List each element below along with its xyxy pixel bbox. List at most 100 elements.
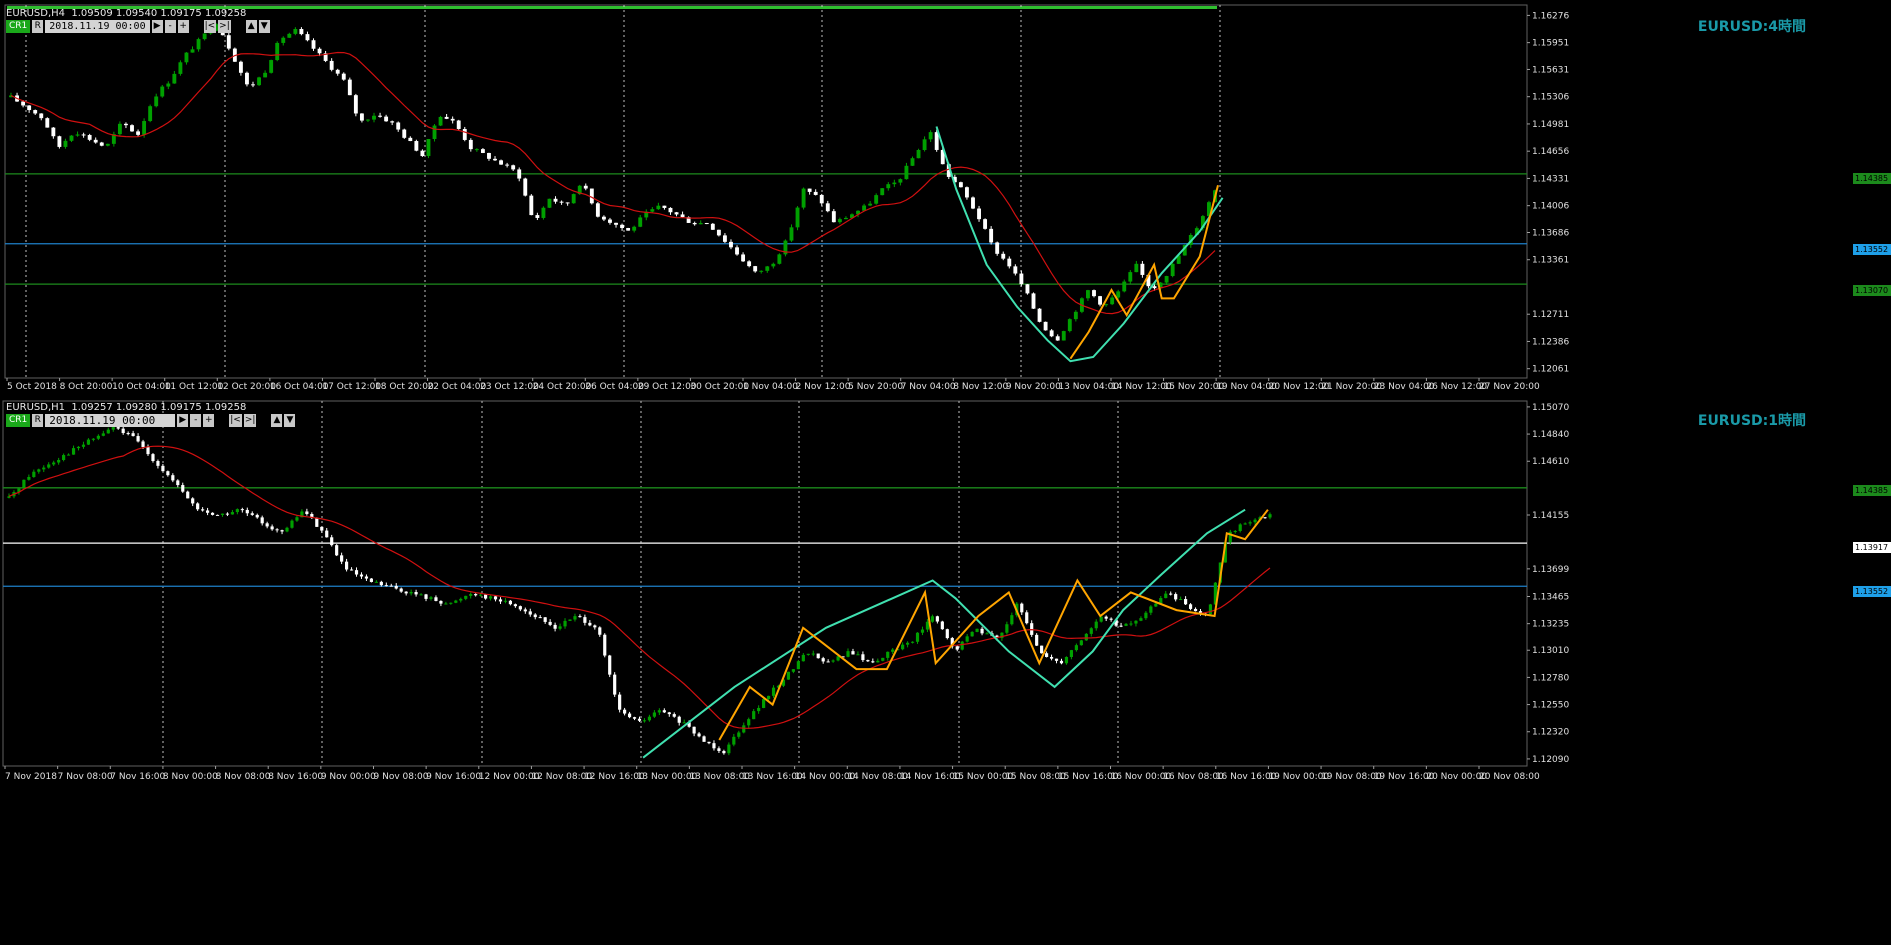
candle-body	[210, 512, 215, 515]
candle-body	[965, 187, 969, 198]
candle-body	[618, 694, 622, 710]
zoom-out-button[interactable]: -	[164, 19, 176, 33]
candle-body	[205, 510, 210, 513]
candle-body	[1019, 273, 1024, 285]
candle-body	[702, 736, 706, 742]
candle-body	[1104, 616, 1108, 619]
candle-body	[672, 714, 676, 717]
candle-body	[568, 619, 572, 621]
candle-body	[384, 116, 389, 122]
candle-body	[1074, 645, 1078, 651]
price-tag-green-low: 1.13070	[1853, 285, 1891, 296]
h4-chart-canvas[interactable]: 1.16276 1.15951 1.15631 1.15306 1.14981 1.146…	[0, 0, 1891, 396]
h1-chart-pane[interactable]: 1.15070 1.14840 1.14610 1.14155 1.13699 1.134…	[0, 396, 1891, 945]
candle-body	[638, 217, 643, 227]
h4-chart-pane[interactable]: 1.16276 1.15951 1.15631 1.15306 1.14981 1.146…	[0, 0, 1891, 396]
date-input[interactable]: 2018.11.19 00:00	[45, 19, 150, 33]
candle-body	[409, 592, 413, 594]
time-axis-label: 20 Nov 08:00	[1479, 772, 1540, 782]
candle-body	[341, 73, 346, 80]
candle-body	[737, 732, 741, 737]
last-bar-button[interactable]: >|	[243, 413, 257, 427]
candle-body	[45, 118, 50, 128]
candle-body	[786, 671, 791, 680]
h1-chart-canvas[interactable]: 1.15070 1.14840 1.14610 1.14155 1.13699 1.134…	[0, 396, 1891, 945]
scroll-up-button[interactable]: ▲	[271, 413, 283, 427]
price-axis-label: 1.13699	[1532, 565, 1569, 575]
candle-body	[335, 545, 339, 556]
candle-body	[32, 471, 36, 477]
candle-body	[518, 606, 522, 610]
candle-body	[408, 137, 413, 142]
zoom-out-button[interactable]: -	[190, 413, 202, 427]
candle-body	[136, 131, 140, 135]
candle-body	[287, 33, 292, 38]
candle-body	[1089, 628, 1093, 634]
candle-body	[156, 461, 160, 466]
zoom-in-button[interactable]: +	[177, 19, 189, 33]
candle-body	[295, 517, 299, 521]
scroll-down-button[interactable]: ▼	[284, 413, 296, 427]
candle-body	[920, 629, 925, 633]
candle-body	[379, 581, 383, 586]
candle-body	[1140, 263, 1145, 275]
r-button[interactable]: R	[32, 19, 44, 33]
candle-body	[450, 118, 455, 121]
price-axis-label: 1.15070	[1532, 403, 1569, 413]
candle-body	[598, 627, 602, 635]
first-bar-button[interactable]: |<	[203, 19, 217, 33]
cr-button[interactable]: CR1	[6, 19, 31, 33]
candle-body	[940, 621, 944, 630]
candle-body	[771, 687, 776, 696]
scroll-down-button[interactable]: ▼	[258, 19, 270, 33]
time-axis-label: 5 Nov 20:00	[848, 382, 903, 392]
candle-body	[166, 83, 171, 87]
candle-body	[935, 616, 939, 622]
candle-body	[1109, 618, 1113, 620]
candle-body	[280, 530, 284, 532]
price-axis-label: 1.14155	[1532, 511, 1569, 521]
candle-body	[178, 62, 183, 74]
time-axis-label: 8 Nov 00:00	[163, 772, 218, 782]
candle-body	[487, 152, 491, 159]
candle-body	[111, 427, 115, 430]
time-axis-label: 9 Nov 16:00	[426, 772, 481, 782]
last-bar-button[interactable]: >|	[218, 19, 231, 33]
candle-body	[1055, 336, 1060, 341]
candle-body	[692, 222, 697, 225]
candle-body	[508, 600, 513, 605]
candle-body	[402, 129, 407, 138]
candle-body	[886, 651, 890, 658]
candle-body	[148, 106, 153, 122]
date-input[interactable]: 2018.11.19 00:00	[45, 413, 176, 427]
zoom-in-button[interactable]: +	[203, 413, 215, 427]
candle-body	[916, 150, 921, 159]
candle-body	[980, 628, 984, 634]
time-axis-label: 7 Nov 16:00	[110, 772, 165, 782]
time-axis-label: 8 Oct 20:00	[60, 382, 113, 392]
candle-body	[1129, 623, 1133, 625]
scroll-up-button[interactable]: ▲	[245, 19, 257, 33]
candle-body	[795, 207, 800, 228]
candle-body	[117, 123, 122, 135]
candle-body	[529, 195, 534, 216]
candle-body	[62, 455, 66, 460]
candle-body	[305, 511, 309, 515]
candle-body	[934, 132, 939, 150]
first-bar-button[interactable]: |<	[229, 413, 242, 427]
candle-body	[96, 435, 100, 439]
r-button[interactable]: R	[32, 413, 44, 427]
play-button[interactable]: ▶	[151, 19, 163, 33]
candle-body	[871, 661, 875, 663]
candle-body	[1013, 266, 1018, 274]
play-button[interactable]: ▶	[177, 413, 189, 427]
candle-body	[523, 178, 528, 196]
candle-body	[464, 595, 468, 599]
candle-body	[47, 464, 51, 468]
candle-body	[121, 428, 125, 434]
candle-body	[563, 620, 567, 627]
candle-body	[1067, 319, 1072, 332]
candle-body	[668, 207, 673, 213]
candle-body	[394, 585, 398, 589]
cr-button[interactable]: CR1	[6, 413, 31, 427]
